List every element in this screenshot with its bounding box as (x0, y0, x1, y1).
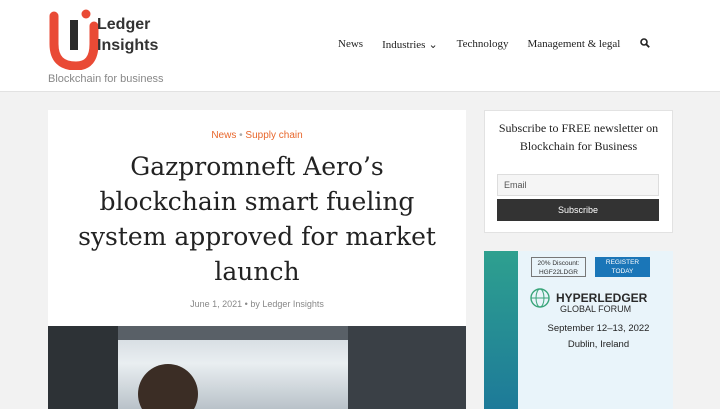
nav-news[interactable]: News (338, 38, 363, 51)
chevron-down-icon: ⌄ (428, 39, 438, 51)
register-button[interactable]: REGISTER TODAY (595, 257, 650, 277)
globe-icon (530, 288, 550, 308)
article-card: News • Supply chain Gazpromneft Aero’s b… (48, 110, 466, 409)
register-line-1: REGISTER (605, 259, 640, 266)
email-field[interactable]: Email (497, 174, 659, 196)
article-title: Gazpromneft Aero’s blockchain smart fuel… (78, 152, 436, 286)
nav-industries[interactable]: Industries ⌄ (382, 38, 438, 51)
subscribe-button[interactable]: Subscribe (497, 199, 659, 221)
hyperledger-ad-banner[interactable]: 20% Discount: HGF22LDGR REGISTER TODAY H… (484, 251, 673, 409)
nav-technology[interactable]: Technology (457, 38, 509, 51)
newsletter-box: Subscribe to FREE newsletter on Blockcha… (484, 110, 673, 233)
article-author[interactable]: by Ledger Insights (250, 299, 324, 309)
ad-city: Dublin, Ireland (567, 339, 630, 350)
category-supply-chain[interactable]: Supply chain (245, 130, 302, 141)
article-date: June 1, 2021 (190, 299, 243, 309)
discount-line-1: 20% Discount: (537, 260, 580, 267)
ad-brand-sub: GLOBAL FORUM (560, 304, 632, 314)
site-tagline: Blockchain for business (48, 73, 164, 85)
ad-dates: September 12–13, 2022 (547, 323, 650, 334)
search-icon[interactable] (640, 38, 651, 51)
discount-line-2: HGF22LDGR (538, 269, 578, 276)
ad-brand: HYPERLEDGER (556, 291, 648, 305)
article-meta: June 1, 2021 • by Ledger Insights (48, 299, 466, 309)
nav-management-legal[interactable]: Management & legal (527, 38, 620, 51)
nav-industries-label: Industries (382, 39, 426, 51)
newsletter-title: Subscribe to FREE newsletter on Blockcha… (498, 121, 659, 153)
category-news[interactable]: News (211, 130, 236, 141)
logo-text[interactable]: Ledger Insights (97, 14, 158, 56)
main-nav: News Industries ⌄ Technology Management &… (338, 38, 651, 51)
ad-decoration (484, 251, 518, 409)
logo-line-2: Insights (97, 37, 159, 54)
logo-line-1: Ledger (97, 16, 151, 33)
discount-badge: 20% Discount: HGF22LDGR (531, 257, 586, 277)
site-header: Ledger Insights Blockchain for business … (0, 0, 720, 92)
article-categories: News • Supply chain (48, 130, 466, 141)
register-line-2: TODAY (611, 268, 634, 275)
article-featured-image (48, 326, 466, 409)
